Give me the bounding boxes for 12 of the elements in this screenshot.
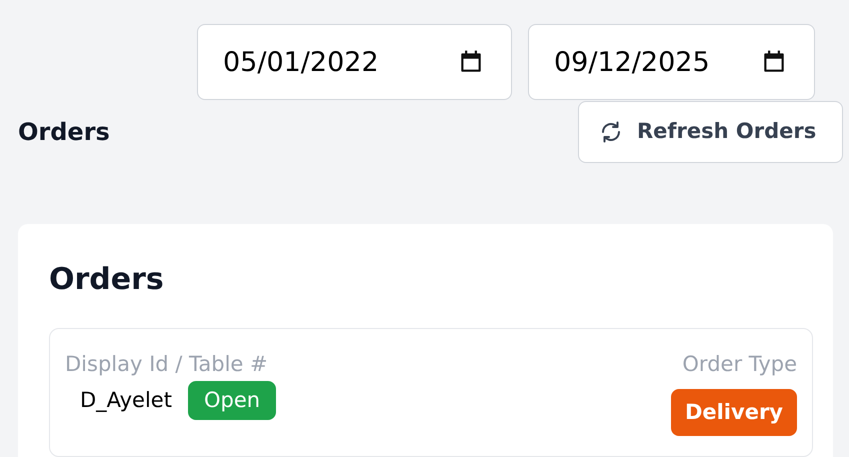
refresh-orders-button[interactable]: Refresh Orders [578, 101, 843, 163]
field-label: Display Id / Table # [65, 351, 269, 378]
order-row[interactable]: Display Id / Table # D_Ayelet Open Order Type Delivery [49, 328, 813, 457]
status-badge: Open [188, 380, 276, 420]
card-title: Orders [49, 262, 165, 298]
date-field[interactable]: 09/12/2025 [528, 24, 815, 100]
order-type-badge: Delivery [670, 388, 797, 436]
refresh-icon [599, 120, 623, 144]
date-field[interactable]: 05/01/2022 [197, 24, 512, 100]
page-title: Orders [18, 118, 110, 146]
display-id: D_Ayelet [79, 386, 172, 414]
field-label: Order Type [682, 351, 797, 378]
